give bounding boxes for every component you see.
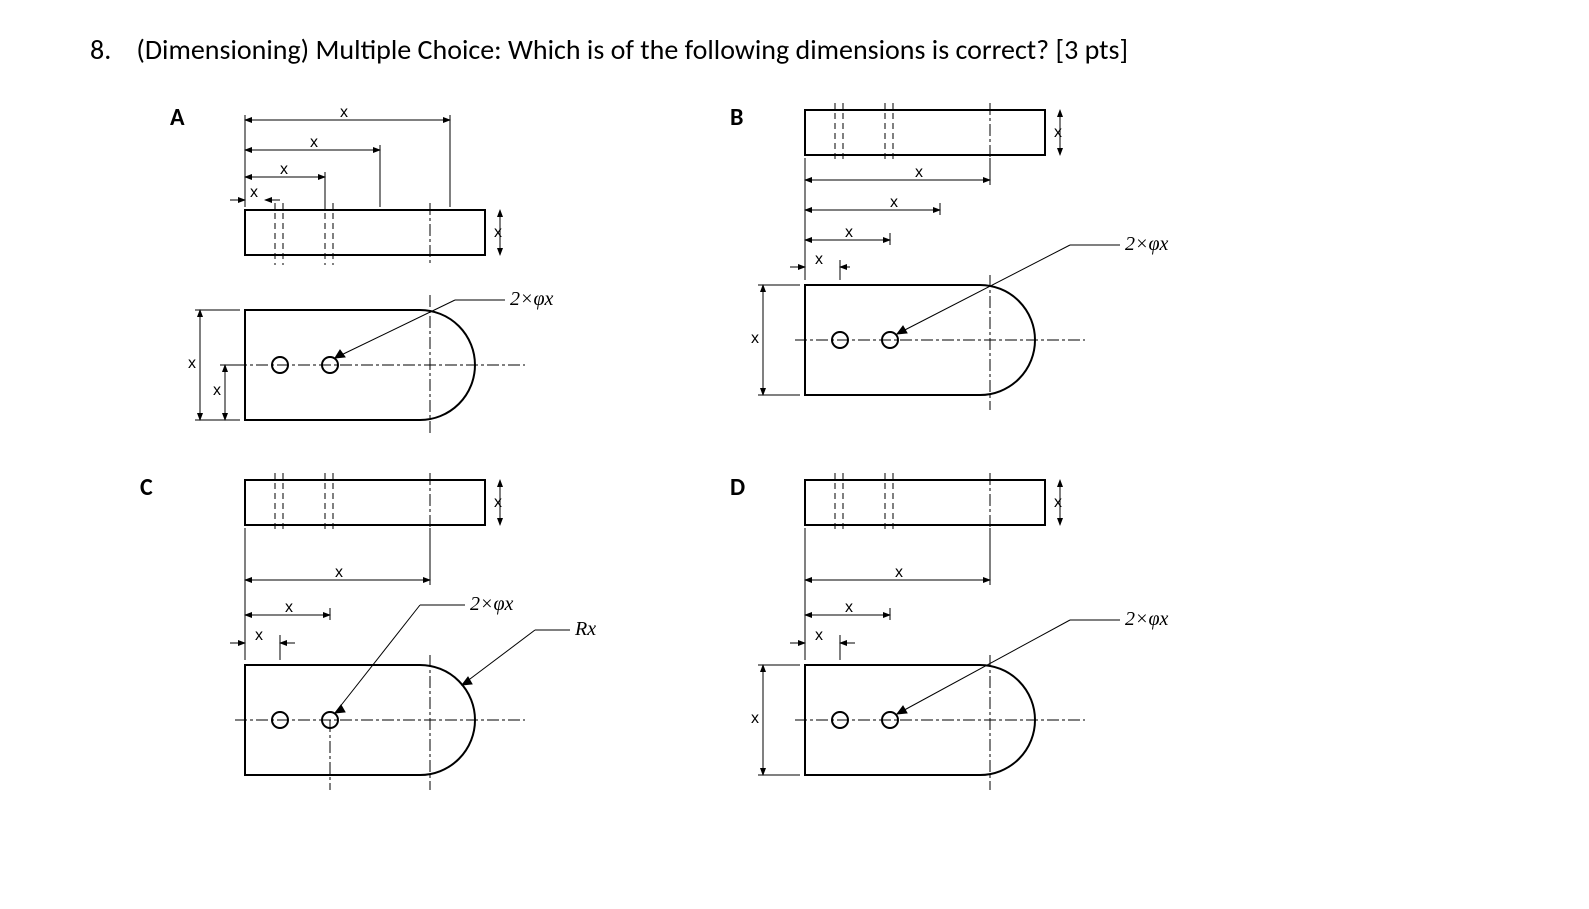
option-B: B x x x x	[700, 95, 1300, 465]
dim-text: x	[285, 599, 293, 616]
dim-text: x	[890, 194, 898, 211]
dim-text: x	[250, 184, 258, 201]
question-number: 8.	[90, 30, 130, 69]
dim-text: x	[494, 224, 502, 241]
dim-text: x	[1054, 494, 1062, 511]
dim-text: x	[310, 134, 318, 151]
dim-text: x	[494, 494, 502, 511]
dim-text: x	[255, 627, 263, 644]
dim-text: x	[213, 382, 221, 399]
dim-text: x	[845, 599, 853, 616]
drawing-D: x x x x x 2×φx	[700, 465, 1300, 865]
options-grid: A x x x x	[140, 95, 1440, 875]
dim-text: x	[915, 164, 923, 181]
option-D: D x x x x	[700, 465, 1300, 835]
hole-note: 2×φx	[1125, 608, 1169, 630]
dim-text: x	[845, 224, 853, 241]
page: 8. (Dimensioning) Multiple Choice: Which…	[0, 0, 1589, 909]
drawing-A: x x x x x x	[140, 95, 700, 465]
option-C: C x x x x	[140, 465, 740, 835]
hole-note: 2×φx	[470, 593, 514, 615]
hole-note: 2×φx	[1125, 233, 1169, 255]
dim-text: x	[815, 251, 823, 268]
dim-text: x	[1054, 124, 1062, 141]
question-text: (Dimensioning) Multiple Choice: Which is…	[136, 32, 1128, 67]
radius-note: Rx	[574, 618, 596, 640]
drawing-B: x x x x x x	[700, 95, 1300, 465]
dim-text: x	[188, 355, 196, 372]
hole-note: 2×φx	[510, 288, 554, 310]
option-A: A x x x x	[140, 95, 740, 465]
dim-text: x	[751, 710, 759, 727]
dim-text: x	[335, 564, 343, 581]
dim-text: x	[751, 330, 759, 347]
dim-text: x	[340, 104, 348, 121]
drawing-C: x x x x 2×φx	[140, 465, 700, 865]
dim-text: x	[280, 161, 288, 178]
dim-text: x	[815, 627, 823, 644]
question-line: 8. (Dimensioning) Multiple Choice: Which…	[90, 30, 1499, 69]
dim-text: x	[895, 564, 903, 581]
